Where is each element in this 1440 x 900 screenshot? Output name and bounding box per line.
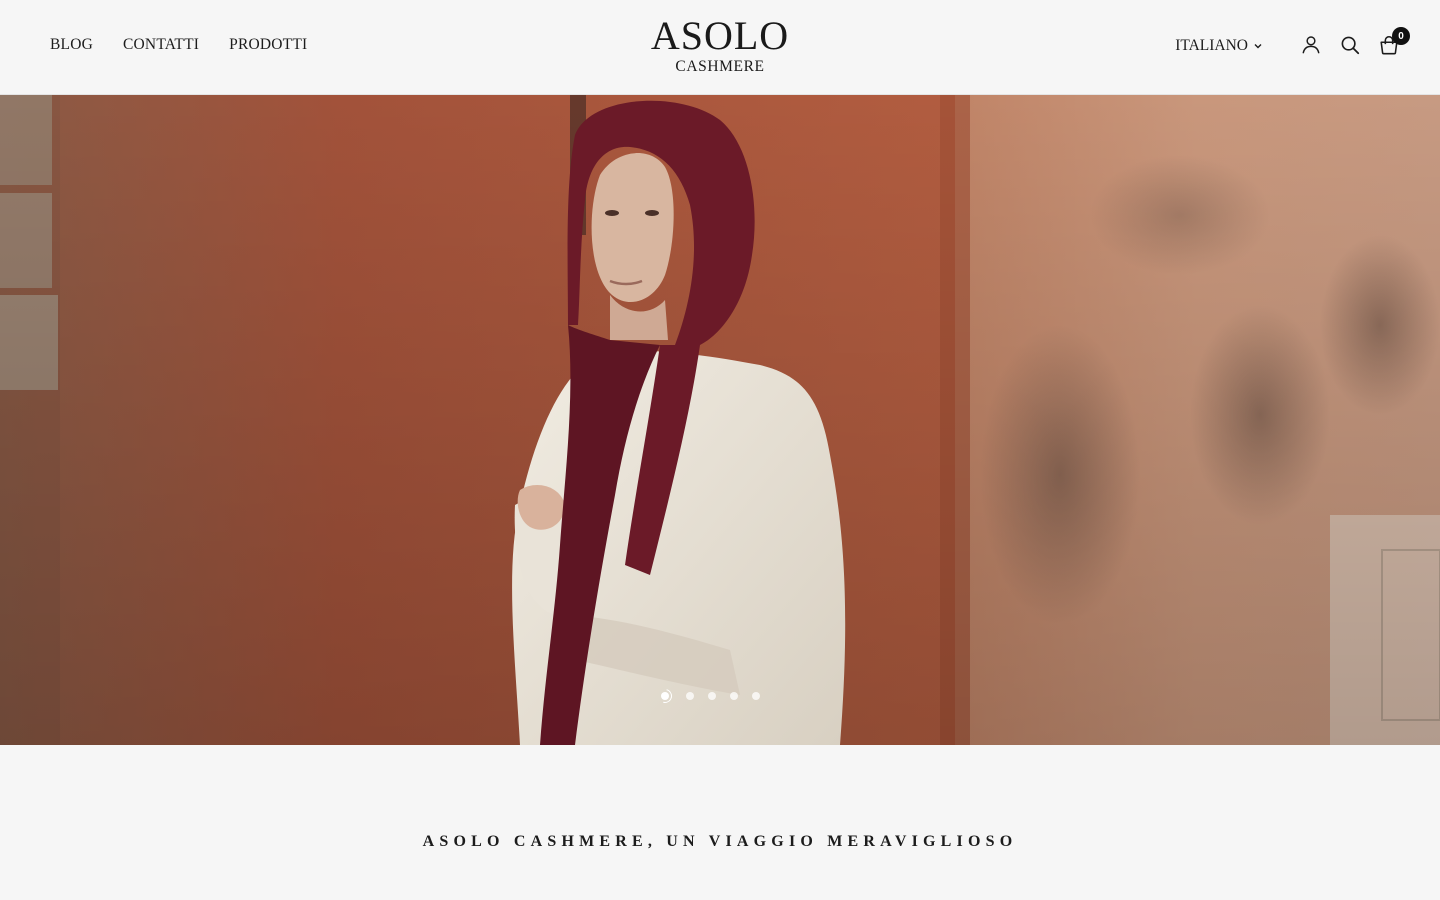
header-tools: ITALIANO 0 [1175,27,1410,58]
account-button[interactable] [1298,32,1324,58]
cart-button[interactable]: 0 [1376,27,1410,58]
brand-logo[interactable]: ASOLO CASHMERE [620,16,820,75]
logo-wordmark: ASOLO [650,13,790,58]
logo-subtitle: CASHMERE [675,58,765,75]
user-icon [1302,36,1320,54]
language-label: ITALIANO [1175,37,1248,54]
nav-item-contatti[interactable]: CONTATTI [123,36,199,54]
main-nav: BLOG CONTATTI PRODOTTI [50,36,307,54]
slide-dot-1-active[interactable] [658,689,672,703]
language-selector[interactable]: ITALIANO [1175,37,1263,55]
slideshow-pagination [658,689,760,703]
cart-count-badge: 0 [1392,27,1410,45]
chevron-down-icon [1254,44,1262,49]
hero-slideshow[interactable] [0,95,1440,745]
slide-dot-4[interactable] [730,692,738,700]
nav-item-prodotti[interactable]: PRODOTTI [229,36,307,54]
slide-dot-5[interactable] [752,692,760,700]
slide-dot-2[interactable] [686,692,694,700]
hero-image [0,95,1440,745]
slide-dot-3[interactable] [708,692,716,700]
nav-item-blog[interactable]: BLOG [50,36,93,54]
site-header: BLOG CONTATTI PRODOTTI ASOLO CASHMERE IT… [0,0,1440,95]
intro-tagline: ASOLO CASHMERE, UN VIAGGIO MERAVIGLIOSO [422,833,1018,850]
search-icon [1341,36,1360,55]
search-button[interactable] [1337,32,1363,58]
